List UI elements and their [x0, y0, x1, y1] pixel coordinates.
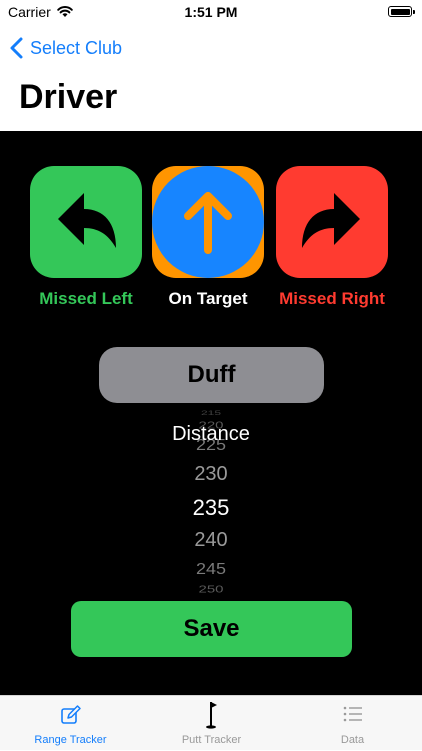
arrow-up-icon: [184, 192, 232, 254]
picker-row[interactable]: 240: [150, 529, 272, 552]
on-target-button[interactable]: [152, 166, 264, 278]
tab-putt-tracker[interactable]: Putt Tracker: [141, 696, 282, 751]
tab-label: Putt Tracker: [181, 734, 242, 746]
picker-row[interactable]: 215: [150, 409, 272, 417]
main-panel: Missed Left On Target Missed Right Duff …: [0, 131, 422, 695]
arrow-turn-right-icon: [302, 193, 360, 248]
tab-label: Data: [340, 734, 365, 746]
chevron-left-icon: [10, 37, 23, 59]
missed-right-button[interactable]: [276, 166, 388, 278]
back-button-label: Select Club: [30, 37, 123, 58]
tab-data[interactable]: Data: [282, 696, 422, 751]
status-bar: Carrier 1:51 PM: [0, 0, 422, 26]
picker-row[interactable]: 235: [150, 495, 272, 521]
on-target-label: On Target: [168, 289, 248, 308]
save-button[interactable]: Save: [71, 601, 352, 657]
golf-flag-icon: [205, 702, 217, 729]
edit-square-icon: [60, 705, 81, 724]
missed-left-label: Missed Left: [39, 289, 133, 308]
distance-label: Distance: [172, 423, 250, 445]
tab-range-tracker[interactable]: Range Tracker: [0, 696, 141, 751]
clock: 1:51 PM: [184, 4, 238, 20]
back-button[interactable]: Select Club: [8, 34, 122, 62]
picker-row[interactable]: 250: [150, 584, 272, 596]
arrow-turn-left-icon: [58, 193, 116, 248]
page-title: Driver: [19, 78, 118, 116]
duff-button[interactable]: Duff: [99, 347, 324, 403]
tab-label: Range Tracker: [34, 734, 107, 746]
tab-bar: Range Tracker Putt Tracker Data: [0, 695, 422, 750]
picker-row[interactable]: 245: [150, 561, 272, 579]
battery-icon: [388, 6, 415, 17]
missed-left-button[interactable]: [30, 166, 142, 278]
picker-row[interactable]: 230: [150, 463, 272, 486]
missed-right-label: Missed Right: [279, 289, 385, 308]
list-icon: [343, 706, 362, 722]
